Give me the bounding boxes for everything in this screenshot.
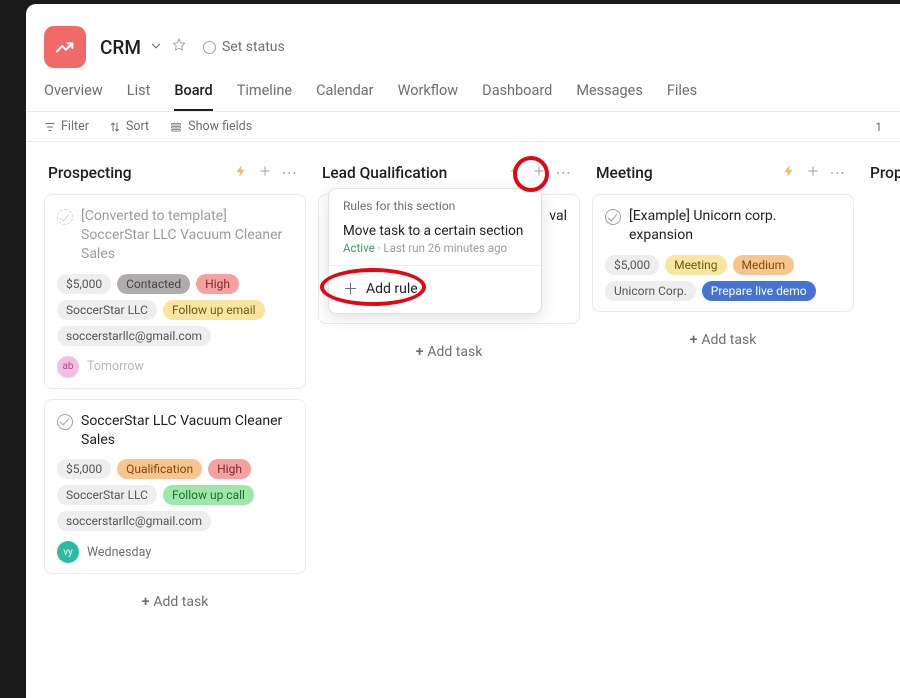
column-title[interactable]: Prospecting [48,164,132,182]
tab-overview[interactable]: Overview [44,82,103,111]
status-ring-icon [203,41,216,54]
column-meeting: Meeting ⋯ [Example] Unicorn corp. expans… [592,162,854,348]
chip-company[interactable]: SoccerStar LLC [57,300,157,320]
column-title[interactable]: Lead Qualification [322,164,447,182]
sort-label: Sort [126,119,149,134]
tab-timeline[interactable]: Timeline [237,82,292,111]
add-rule-label: Add rule [366,281,418,297]
chip-priority[interactable]: Medium [733,255,795,275]
rule-title: Move task to a certain section [343,223,527,239]
task-card[interactable]: SoccerStar LLC Vacuum Cleaner Sales $5,0… [44,399,306,575]
show-fields-label: Show fields [188,119,252,134]
tab-board[interactable]: Board [174,82,212,111]
complete-toggle[interactable] [57,209,73,225]
more-icon[interactable]: ⋯ [825,164,851,182]
task-card[interactable]: [Example] Unicorn corp. expansion $5,000… [592,194,854,312]
chip-email[interactable]: soccerstarllc@gmail.com [57,326,211,346]
chart-arrow-icon [54,36,76,58]
bolt-icon[interactable] [777,164,801,182]
chip-amount[interactable]: $5,000 [605,255,659,275]
sort-icon [109,121,121,133]
rule-active-label: Active [343,241,375,255]
tab-messages[interactable]: Messages [576,82,643,111]
tab-dashboard[interactable]: Dashboard [482,82,552,111]
show-fields-button[interactable]: Show fields [169,119,252,134]
plus-icon: ＋ [343,278,358,299]
status-label: Set status [222,39,285,55]
complete-toggle[interactable] [57,414,73,430]
tab-calendar[interactable]: Calendar [316,82,374,111]
chip-priority[interactable]: High [196,274,239,294]
star-icon[interactable] [171,37,187,57]
chip-email[interactable]: soccerstarllc@gmail.com [57,511,211,531]
avatar[interactable]: ab [57,356,79,378]
toolbar-right-text: 1 [875,120,882,134]
project-icon[interactable] [44,26,86,68]
chevron-down-icon[interactable] [149,38,163,57]
avatar[interactable]: VY [57,541,79,563]
tab-workflow[interactable]: Workflow [398,82,459,111]
rule-item[interactable]: Move task to a certain section Active · … [329,219,541,257]
column-prospecting: Prospecting ⋯ [Converted to template] So… [44,162,306,610]
plus-icon[interactable] [527,164,551,182]
chip-priority[interactable]: High [208,459,251,479]
add-task-button[interactable]: +Add task [44,584,306,610]
project-title[interactable]: CRM [100,36,141,59]
tab-files[interactable]: Files [667,82,697,111]
card-due: Wednesday [87,545,151,560]
complete-toggle[interactable] [605,209,621,225]
tab-list[interactable]: List [127,82,151,111]
column-proposal: Prop [866,162,900,194]
card-title: SoccerStar LLC Vacuum Cleaner Sales [81,412,293,450]
chip-action[interactable]: Prepare live demo [702,281,816,301]
chip-company[interactable]: SoccerStar LLC [57,485,157,505]
fields-icon [169,121,183,133]
bolt-icon[interactable] [229,164,253,182]
more-icon[interactable]: ⋯ [551,164,577,182]
chip-status[interactable]: Qualification [117,459,202,479]
popover-heading: Rules for this section [329,199,541,219]
card-title: [Example] Unicorn corp. expansion [629,207,841,245]
rules-popover: Rules for this section Move task to a ce… [328,188,542,314]
card-title: [Converted to template] SoccerStar LLC V… [81,207,293,264]
filter-button[interactable]: Filter [44,119,89,134]
add-rule-button[interactable]: ＋ Add rule [329,265,541,309]
sort-button[interactable]: Sort [109,119,149,134]
filter-label: Filter [61,119,89,134]
chip-amount[interactable]: $5,000 [57,459,111,479]
column-title[interactable]: Meeting [596,164,653,182]
rule-last-run: Last run 26 minutes ago [383,241,507,255]
task-card[interactable]: [Converted to template] SoccerStar LLC V… [44,194,306,389]
chip-amount[interactable]: $5,000 [57,274,111,294]
add-task-button[interactable]: +Add task [592,322,854,348]
card-due: Tomorrow [87,359,144,374]
chip-company[interactable]: Unicorn Corp. [605,281,696,301]
add-task-button[interactable]: +Add task [318,334,580,360]
chip-action[interactable]: Follow up email [163,300,265,320]
plus-icon[interactable] [253,164,277,182]
column-title[interactable]: Prop [870,164,900,182]
more-icon[interactable]: ⋯ [277,164,303,182]
chip-action[interactable]: Follow up call [163,485,254,505]
chip-status[interactable]: Meeting [665,255,726,275]
chip-status[interactable]: Contacted [117,274,190,294]
bolt-icon[interactable] [503,164,527,182]
plus-icon[interactable] [801,164,825,182]
set-status-button[interactable]: Set status [203,39,285,55]
filter-icon [44,121,56,133]
